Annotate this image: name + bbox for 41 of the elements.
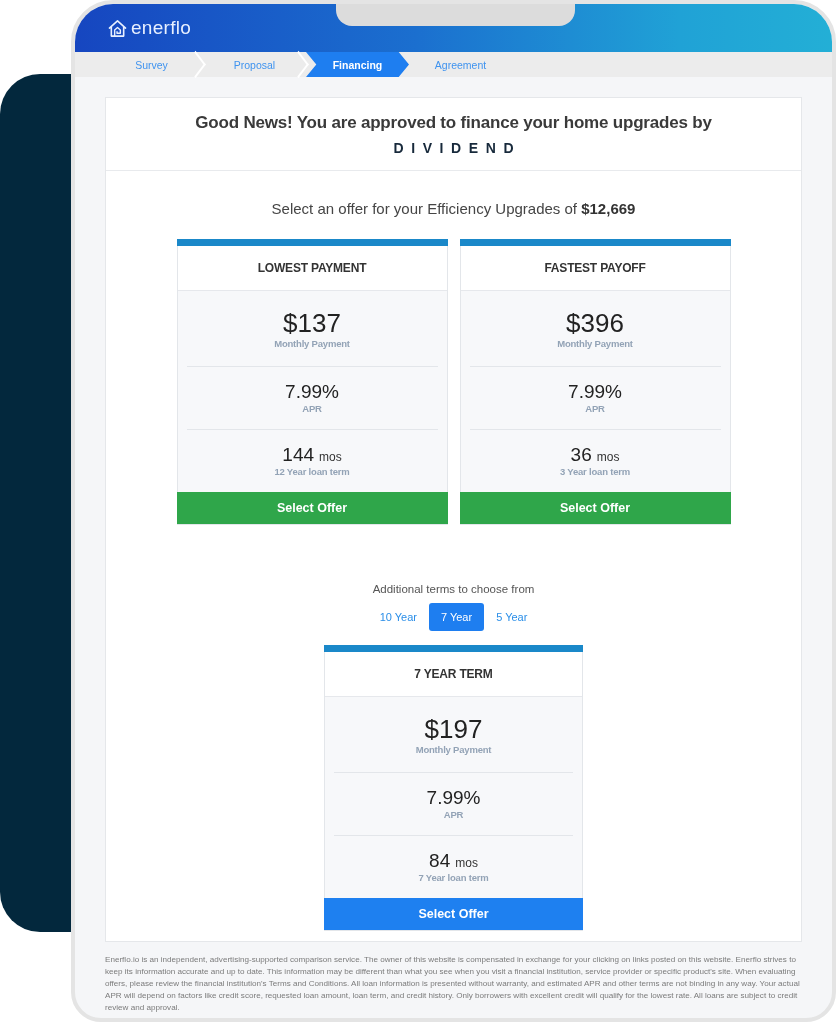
payment-label: Monthly Payment bbox=[557, 337, 633, 350]
payment-amount: $396 bbox=[566, 307, 624, 338]
term-label: 3 Year loan term bbox=[560, 466, 630, 478]
payment-amount: $197 bbox=[424, 713, 483, 744]
card-title: LOWEST PAYMENT bbox=[257, 261, 367, 275]
term-months: 36 bbox=[570, 444, 592, 466]
apr-label: APR bbox=[585, 403, 605, 415]
select-offer-button[interactable]: Select Offer bbox=[176, 492, 448, 524]
term-label: 12 Year loan term bbox=[274, 466, 350, 478]
step-tab[interactable]: Survey bbox=[100, 52, 203, 77]
lender-logo: DIVIDEND bbox=[392, 139, 522, 156]
additional-terms-label: Additional terms to choose from bbox=[372, 582, 535, 597]
step-tab[interactable]: Agreement bbox=[409, 52, 512, 77]
card-title: FASTEST PAYOFF bbox=[544, 261, 646, 275]
term-months: 84 bbox=[429, 850, 451, 872]
term-unit: mos bbox=[319, 450, 342, 464]
offer-prompt: Select an offer for your Efficiency Upgrades of $12,669 bbox=[271, 199, 636, 219]
payment-label: Monthly Payment bbox=[415, 743, 492, 756]
apr-value: 7.99% bbox=[568, 381, 622, 403]
step-tab[interactable]: Proposal bbox=[203, 52, 306, 77]
approval-title: Good News! You are approved to finance your home upgrades by bbox=[195, 112, 712, 133]
step-tab[interactable]: Financing bbox=[306, 52, 409, 77]
disclaimer-text: Enerflo.io is an independent, advertising-supported comparison service. The owner of this website is compensated in exchange for your clicking on links posted on this website. Enerflo strives to keep its information accurate and up to date. This information may be different than what you see when you visit a financial institution, service provider or specific product's site. When evaluating offers, please review the financial institution's Terms and Conditions. All loan information is presented without warranty, and estimated APR and other terms are not binding in any way. Your actual APR will depend on factors like credit score, requested loan amount, loan term, and credit history. Only borrowers with excellent credit will qualify for the lowest rate. All loans are subject to credit review and approval. bbox=[105, 954, 801, 1014]
term-tab[interactable]: 7 Year bbox=[428, 603, 485, 631]
apr-value: 7.99% bbox=[285, 381, 339, 403]
term-tab[interactable]: 10 Year bbox=[367, 603, 429, 631]
payment-label: Monthly Payment bbox=[274, 337, 350, 350]
term-unit: mos bbox=[596, 450, 620, 464]
term-label: 7 Year loan term bbox=[418, 872, 489, 884]
select-offer-button[interactable]: Select Offer bbox=[459, 492, 731, 524]
apr-value: 7.99% bbox=[426, 787, 481, 809]
term-tab[interactable]: 5 Year bbox=[484, 603, 540, 631]
term-months: 144 bbox=[282, 444, 314, 466]
apr-label: APR bbox=[302, 403, 322, 415]
apr-label: APR bbox=[443, 809, 464, 821]
select-offer-button[interactable]: Select Offer bbox=[324, 898, 583, 930]
card-title: 7 YEAR TERM bbox=[414, 667, 493, 681]
logo-text: enerflo bbox=[131, 17, 192, 39]
house-icon bbox=[108, 18, 127, 38]
term-unit: mos bbox=[455, 856, 478, 870]
payment-amount: $137 bbox=[283, 307, 341, 338]
